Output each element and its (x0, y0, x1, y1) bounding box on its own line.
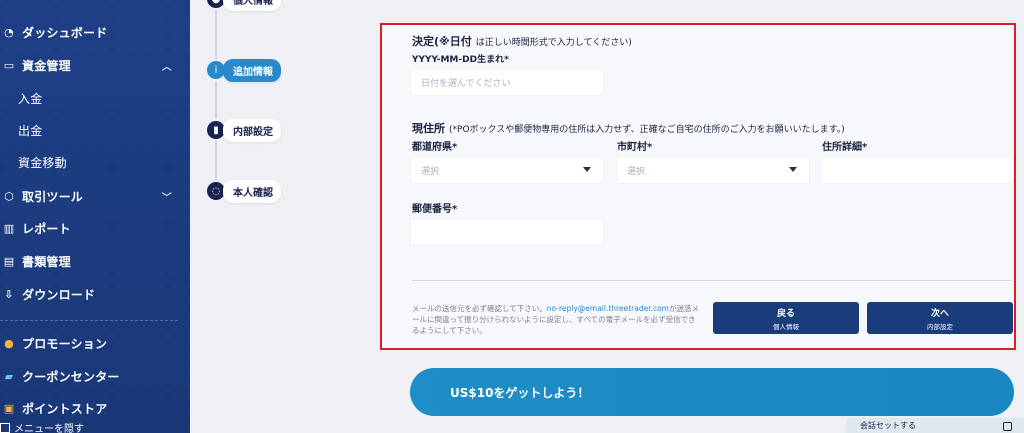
dob-date-input[interactable]: 日付を選んでください (410, 68, 604, 96)
sidebar-item-funds[interactable]: ▭ 資金管理 ︿ (0, 52, 190, 78)
sidebar-divider (0, 320, 178, 321)
form-divider (412, 280, 1012, 281)
sidebar-item-label: 出金 (18, 123, 43, 138)
sidebar-item-promotion[interactable]: ● プロモーション (0, 330, 190, 356)
documents-icon: ▤ (3, 254, 15, 268)
prefecture-label: 都道府県* (412, 142, 458, 153)
step-internal-settings[interactable]: ▮ 内部設定 (205, 118, 281, 142)
next-button[interactable]: 次へ 内部設定 (867, 302, 1013, 334)
sidebar-item-label: 資金移動 (18, 155, 67, 170)
gauge-icon: ◔ (4, 25, 14, 39)
back-button-label: 戻る (776, 308, 795, 319)
coupon-icon: ▰ (4, 369, 14, 383)
sidebar-item-label: ダウンロード (22, 287, 96, 302)
sidebar-item-dashboard[interactable]: ◔ ダッシュボード (0, 19, 190, 45)
chevron-down-icon (789, 167, 797, 172)
sidebar-item-transfer[interactable]: 資金移動 (0, 149, 190, 175)
notice-email-link[interactable]: no-reply@email.threetrader.com (547, 304, 669, 313)
chat-label: 会話セットする (860, 421, 916, 430)
wallet-icon: ▭ (3, 58, 15, 72)
sidebar-item-label: 資金管理 (22, 58, 71, 73)
address-heading-text: 現住所 (412, 122, 445, 135)
sidebar-item-report[interactable]: ▥ レポート (0, 215, 190, 241)
back-button-sublabel: 個人情報 (773, 322, 799, 331)
sidebar-item-download[interactable]: ⇩ ダウンロード (0, 281, 190, 307)
sidebar-item-point-store[interactable]: ▣ ポイントストア (0, 395, 190, 421)
chevron-down-icon (583, 167, 591, 172)
next-button-sublabel: 内部設定 (927, 322, 953, 331)
step-identity-verification[interactable]: ◌ 本人確認 (205, 179, 281, 203)
chat-widget[interactable]: 会話セットする (846, 418, 1024, 433)
city-label: 市町村* (617, 142, 653, 153)
chat-icon (1003, 422, 1012, 431)
address-detail-label: 住所詳細* (822, 142, 868, 153)
tools-icon: ⬡ (4, 189, 14, 203)
notice-text: メールの送信元を必ず確認して下さい。 (412, 304, 547, 313)
step-label: 個人情報 (223, 0, 281, 11)
gift-icon: ▣ (3, 401, 15, 415)
postal-code-label: 郵便番号* (412, 204, 458, 215)
address-heading: 現住所 (*POボックスや郵便物専用の住所は入力せず、正確なご自宅の住所のご入力を… (412, 120, 845, 136)
step-label: 内部設定 (223, 118, 281, 142)
city-value: 選択 (627, 166, 646, 177)
hide-menu-toggle[interactable]: メニューを隠す (0, 420, 84, 433)
chevron-up-icon: ︿ (161, 61, 172, 73)
sidebar-item-documents[interactable]: ▤ 書類管理 (0, 248, 190, 274)
report-icon: ▥ (3, 221, 15, 235)
chevron-down-icon: ﹀ (161, 192, 172, 204)
hide-menu-label: メニューを隠す (14, 424, 84, 433)
prefecture-select[interactable]: 選択 (410, 156, 604, 184)
additional-info-form: 決定(※日付 は正しい時間形式で入力してください) YYYY-MM-DD生まれ* … (380, 23, 1016, 350)
promo-label: US$10をゲットしよう！ (450, 385, 590, 400)
sidebar-item-trading-tools[interactable]: ⬡ 取引ツール ﹀ (0, 183, 190, 209)
sidebar-item-label: ポイントストア (22, 401, 108, 416)
next-button-label: 次へ (930, 308, 949, 319)
download-icon: ⇩ (4, 287, 14, 301)
date-heading-text: 決定(※日付 (412, 35, 472, 48)
prefecture-value: 選択 (421, 166, 440, 177)
sidebar-item-withdraw[interactable]: 出金 (0, 117, 190, 143)
step-label: 本人確認 (223, 179, 281, 203)
dob-placeholder: 日付を選んでください (421, 78, 511, 89)
promo-banner-button[interactable]: US$10をゲットしよう！ (410, 368, 1014, 416)
postal-code-input[interactable] (410, 218, 604, 246)
drop-icon: ● (4, 336, 14, 350)
sidebar-item-label: 取引ツール (22, 189, 84, 204)
step-personal-info[interactable]: ● 個人情報 (205, 0, 281, 11)
step-label: 追加情報 (223, 58, 281, 82)
sidebar-item-deposit[interactable]: 入金 (0, 85, 190, 111)
sidebar-item-label: クーポンセンター (22, 369, 120, 384)
sidebar-item-coupon-center[interactable]: ▰ クーポンセンター (0, 363, 190, 389)
back-button[interactable]: 戻る 個人情報 (713, 302, 859, 334)
address-detail-input[interactable] (820, 156, 1014, 184)
sidebar-item-label: ダッシュボード (22, 25, 108, 40)
steps-track (215, 0, 217, 200)
date-heading-note: は正しい時間形式で入力してください) (475, 38, 632, 48)
dob-label: YYYY-MM-DD生まれ* (412, 55, 509, 65)
city-select[interactable]: 選択 (616, 156, 810, 184)
sidebar-item-label: レポート (22, 221, 71, 236)
sidebar-item-label: 入金 (18, 91, 43, 106)
address-heading-note: (*POボックスや郵便物専用の住所は入力せず、正確なご自宅の住所のご入力をお願い… (449, 125, 845, 135)
email-notice: メールの送信元を必ず確認して下さい。no-reply@email.threetr… (412, 303, 700, 336)
sidebar-item-label: 書類管理 (22, 254, 71, 269)
sidebar-item-label: プロモーション (22, 336, 108, 351)
sidebar: ◔ ダッシュボード ▭ 資金管理 ︿ 入金 出金 資金移動 ⬡ 取引ツール ﹀ … (0, 0, 190, 433)
date-heading: 決定(※日付 は正しい時間形式で入力してください) (412, 33, 632, 49)
step-additional-info[interactable]: i 追加情報 (205, 58, 281, 82)
hide-menu-icon (0, 422, 10, 433)
